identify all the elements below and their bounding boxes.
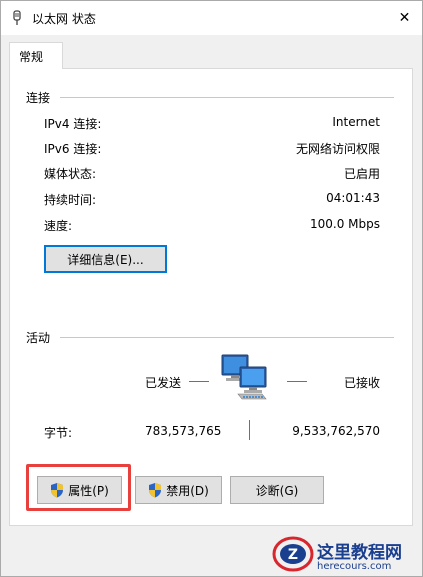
connection-group-label: 连接 xyxy=(26,91,51,105)
details-button[interactable]: 详细信息(E)... xyxy=(44,245,167,273)
media-state-value: 已启用 xyxy=(343,167,380,181)
bytes-separator xyxy=(249,420,250,440)
duration-value: 04:01:43 xyxy=(326,191,380,205)
speed-label: 速度: xyxy=(44,219,73,233)
watermark: Z 这里教程网 herecours.com xyxy=(263,526,423,577)
disable-button-label: 禁用(D) xyxy=(166,483,209,498)
close-icon: ✕ xyxy=(398,10,411,26)
received-dash xyxy=(287,381,307,382)
watermark-text: 这里教程网 xyxy=(317,543,402,563)
ipv6-label: IPv6 连接: xyxy=(44,142,102,156)
sent-dash xyxy=(189,381,209,382)
watermark-logo-letter: Z xyxy=(288,547,298,563)
general-panel xyxy=(9,68,413,526)
shield-icon xyxy=(149,483,162,498)
tab-general-label: 常规 xyxy=(19,50,44,64)
media-state-label: 媒体状态: xyxy=(44,167,97,181)
duration-label: 持续时间: xyxy=(44,193,97,207)
close-button[interactable]: ✕ xyxy=(387,1,422,35)
title-bar: 以太网 状态 ✕ xyxy=(1,1,422,35)
received-label: 已接收 xyxy=(344,376,381,390)
sent-label: 已发送 xyxy=(145,376,182,390)
speed-value: 100.0 Mbps xyxy=(309,217,380,231)
bytes-label: 字节: xyxy=(44,426,73,440)
activity-group-label: 活动 xyxy=(26,331,51,345)
ipv4-value: Internet xyxy=(332,115,380,129)
diagnose-button[interactable]: 诊断(G) xyxy=(230,476,324,504)
ipv4-label: IPv4 连接: xyxy=(44,117,102,131)
network-adapter-icon xyxy=(13,10,21,25)
ethernet-status-window: 以太网 状态 ✕ 常规 连接 IPv4 连接: Internet IPv6 连接… xyxy=(0,0,423,577)
activity-group-line xyxy=(60,337,394,338)
diagnose-button-label: 诊断(G) xyxy=(255,483,299,498)
details-button-label: 详细信息(E)... xyxy=(67,252,144,267)
bytes-sent-value: 783,573,765 xyxy=(145,424,222,438)
bytes-received-value: 9,533,762,570 xyxy=(292,424,380,438)
connection-group-line xyxy=(60,97,394,98)
ipv6-value: 无网络访问权限 xyxy=(295,142,380,156)
watermark-url: herecours.com xyxy=(317,561,392,572)
window-title: 以太网 状态 xyxy=(32,12,96,26)
network-computers-icon xyxy=(221,354,267,400)
watermark-logo-icon: Z xyxy=(272,536,314,572)
tab-general[interactable]: 常规 xyxy=(9,42,63,69)
disable-button[interactable]: 禁用(D) xyxy=(135,476,222,504)
properties-highlight-box xyxy=(26,464,131,511)
